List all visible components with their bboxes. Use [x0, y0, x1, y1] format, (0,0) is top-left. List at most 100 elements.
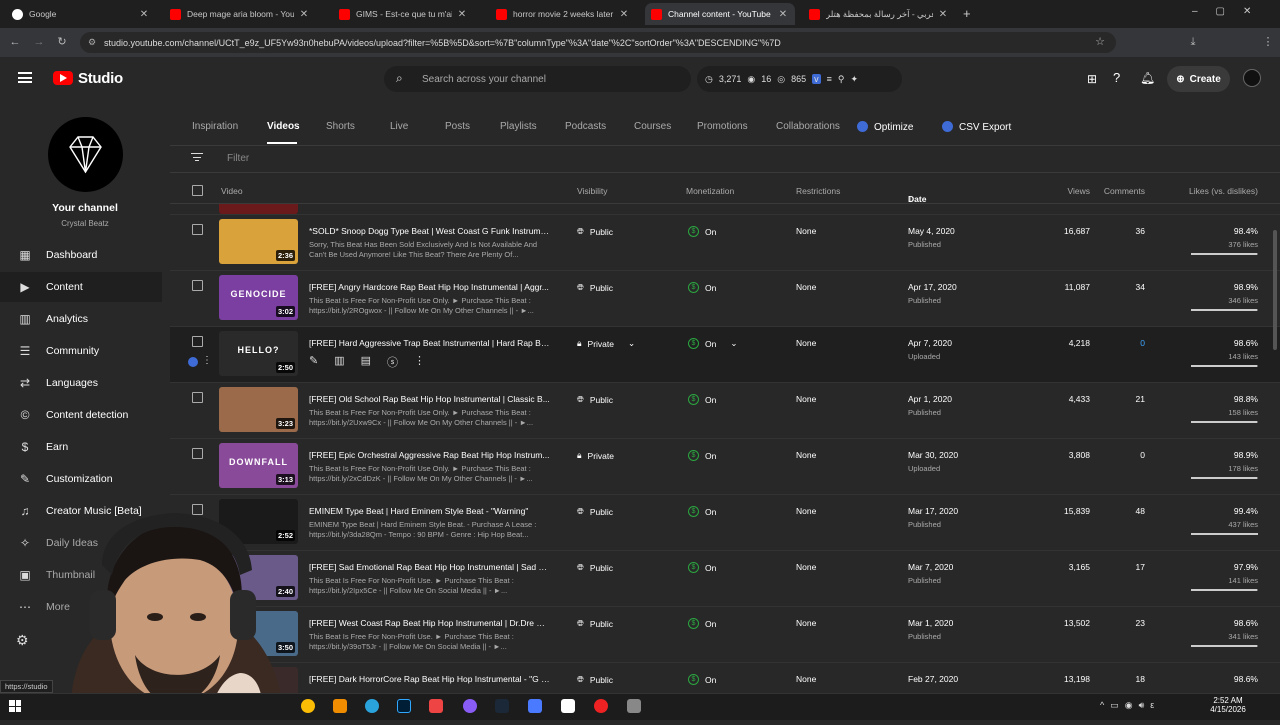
- col-visibility[interactable]: Visibility: [577, 186, 608, 196]
- obs-taskbar-icon[interactable]: [594, 699, 608, 713]
- row-checkbox[interactable]: [192, 392, 203, 403]
- close-tab-icon[interactable]: ✕: [138, 9, 150, 20]
- video-thumbnail[interactable]: 3:23: [219, 387, 298, 432]
- col-monetization[interactable]: Monetization: [686, 186, 734, 196]
- tab-posts[interactable]: Posts: [445, 121, 470, 132]
- reload-icon[interactable]: ↻: [54, 34, 70, 50]
- video-thumbnail[interactable]: HELLO? 2:50: [219, 331, 298, 376]
- app-taskbar-icon-4[interactable]: [627, 699, 641, 713]
- tab-live[interactable]: Live: [390, 121, 408, 132]
- sidebar-item[interactable]: ▶ Content: [0, 272, 162, 302]
- video-title[interactable]: [FREE] Epic Orchestral Aggressive Rap Be…: [309, 450, 551, 460]
- browser-tab[interactable]: Channel content - YouTube Stu✕: [645, 3, 795, 25]
- settings-icon[interactable]: ⚙: [16, 632, 29, 649]
- sidebar-item[interactable]: © Content detection: [0, 400, 162, 430]
- col-likes[interactable]: Likes (vs. dislikes): [1189, 186, 1258, 196]
- back-icon[interactable]: ←: [7, 34, 23, 50]
- forward-icon[interactable]: →: [31, 34, 47, 50]
- taskbar-clock[interactable]: 2:52 AM 4/15/2026: [1208, 696, 1248, 714]
- system-tray-icons[interactable]: ^▭◉🔊︎ε: [1100, 700, 1160, 711]
- options-icon[interactable]: ⋮: [414, 354, 425, 370]
- add-video-icon[interactable]: ⊞: [1087, 72, 1097, 86]
- col-views[interactable]: Views: [1067, 186, 1090, 196]
- close-tab-icon[interactable]: ✕: [937, 9, 949, 20]
- row-checkbox[interactable]: [192, 280, 203, 291]
- row-checkbox[interactable]: [192, 448, 203, 459]
- channel-avatar[interactable]: [48, 117, 123, 192]
- close-tab-icon[interactable]: ✕: [298, 9, 310, 20]
- row-checkbox[interactable]: [192, 336, 203, 347]
- tab-csv-export[interactable]: CSV Export: [942, 121, 1011, 133]
- photoshop-taskbar-icon[interactable]: [397, 699, 411, 713]
- tab-promotions[interactable]: Promotions: [697, 121, 748, 132]
- tab-playlists[interactable]: Playlists: [500, 121, 537, 132]
- sidebar-item[interactable]: ☰ Community: [0, 336, 162, 366]
- edit-details-icon[interactable]: ✎: [309, 354, 318, 370]
- tab-collaborations[interactable]: Collaborations: [776, 121, 840, 132]
- comments-cell[interactable]: 0: [1140, 338, 1145, 348]
- browser-tab[interactable]: GIMS - Est-ce que tu m'aimes ?✕: [333, 3, 474, 25]
- filter-input[interactable]: Filter: [227, 153, 249, 164]
- extension-badge-icon[interactable]: [188, 357, 198, 367]
- monetization-cell[interactable]: $ On ⌄: [688, 338, 737, 349]
- video-title[interactable]: [FREE] Old School Rap Beat Hip Hop Instr…: [309, 394, 551, 404]
- capcut-taskbar-icon[interactable]: [561, 699, 575, 713]
- comments-cell[interactable]: 34: [1136, 282, 1145, 292]
- tab-podcasts[interactable]: Podcasts: [565, 121, 606, 132]
- video-title[interactable]: [FREE] Sad Emotional Rap Beat Hip Hop In…: [309, 562, 551, 572]
- video-title[interactable]: *SOLD* Snoop Dogg Type Beat | West Coast…: [309, 226, 551, 236]
- extension-icon[interactable]: v: [812, 74, 821, 84]
- download-icon[interactable]: ⤓: [1185, 34, 1201, 50]
- browser-tab[interactable]: Google ✕: [6, 3, 156, 25]
- video-row[interactable]: 3:50 [FREE] West Coast Rap Beat Hip Hop I…: [170, 607, 1280, 663]
- more-options-icon[interactable]: ⋮: [202, 355, 212, 366]
- steam-taskbar-icon[interactable]: [495, 699, 509, 713]
- tab-videos[interactable]: Videos: [267, 121, 300, 132]
- video-title[interactable]: [FREE] Dark HorrorCore Rap Beat Hip Hop …: [309, 674, 551, 684]
- video-row[interactable]: 2:52 EMINEM Type Beat | Hard Eminem Style…: [170, 495, 1280, 551]
- comments-cell[interactable]: 18: [1136, 674, 1145, 684]
- url-field[interactable]: ⚙ studio.youtube.com/channel/UCtT_e9z_UF5…: [80, 32, 1116, 53]
- video-row[interactable]: 2:36 *SOLD* Snoop Dogg Type Beat | West C…: [170, 215, 1280, 271]
- tab-optimize[interactable]: Optimize: [857, 121, 913, 133]
- comments-cell[interactable]: 21: [1136, 394, 1145, 404]
- comments-cell[interactable]: 36: [1136, 226, 1145, 236]
- video-thumbnail[interactable]: GENOCIDE 3:02: [219, 275, 298, 320]
- browser-tab[interactable]: كلاوجي عربي - آخر رسالة بمحفظة هتلر✕: [803, 3, 955, 25]
- chevron-down-icon[interactable]: ⌄: [628, 338, 635, 349]
- create-button[interactable]: ⊕ Create: [1167, 66, 1230, 92]
- visibility-cell[interactable]: 🔒︎ Private ⌄: [577, 338, 635, 349]
- sidebar-item[interactable]: ▥ Analytics: [0, 304, 162, 334]
- chrome-taskbar-icon[interactable]: [301, 699, 315, 713]
- close-tab-icon[interactable]: ✕: [777, 9, 789, 20]
- hamburger-menu-icon[interactable]: [18, 72, 32, 83]
- video-title[interactable]: [FREE] Hard Aggressive Trap Beat Instrum…: [309, 338, 551, 348]
- close-tab-icon[interactable]: ✕: [618, 9, 630, 20]
- video-title[interactable]: [FREE] Angry Hardcore Rap Beat Hip Hop I…: [309, 282, 551, 292]
- comments-cell[interactable]: 0: [1140, 450, 1145, 460]
- video-thumbnail[interactable]: DOWNFALL 3:13: [219, 443, 298, 488]
- app-taskbar-icon-1[interactable]: [429, 699, 443, 713]
- filter-icon[interactable]: [191, 153, 203, 163]
- sidebar-item[interactable]: ⇄ Languages: [0, 368, 162, 398]
- list-icon[interactable]: ≡: [827, 74, 832, 84]
- tab-inspiration[interactable]: Inspiration: [192, 121, 238, 132]
- video-row[interactable]: HELLO? 2:50 [FREE] Hard Aggressive Trap Be…: [170, 327, 1280, 383]
- video-row[interactable]: 2:40 [FREE] Sad Emotional Rap Beat Hip Ho…: [170, 551, 1280, 607]
- close-tab-icon[interactable]: ✕: [456, 9, 468, 20]
- tab-courses[interactable]: Courses: [634, 121, 671, 132]
- col-comments[interactable]: Comments: [1104, 186, 1145, 196]
- bookmark-star-icon[interactable]: ☆: [1092, 34, 1108, 50]
- video-row[interactable]: GENOCIDE 3:02 [FREE] Angry Hardcore Rap Be…: [170, 271, 1280, 327]
- sparkle-icon[interactable]: ✦: [851, 74, 859, 85]
- window-controls[interactable]: –▢✕: [1192, 6, 1269, 17]
- app-taskbar-icon-3[interactable]: [528, 699, 542, 713]
- browser-tab[interactable]: horror movie 2 weeks later the✕: [490, 3, 636, 25]
- video-title[interactable]: [FREE] West Coast Rap Beat Hip Hop Instr…: [309, 618, 551, 628]
- app-taskbar-icon-2[interactable]: [463, 699, 477, 713]
- tab-shorts[interactable]: Shorts: [326, 121, 355, 132]
- analytics-icon[interactable]: ▥: [334, 354, 344, 370]
- account-avatar[interactable]: [1243, 69, 1261, 87]
- scrollbar[interactable]: [1273, 230, 1277, 350]
- comments-cell[interactable]: 23: [1136, 618, 1145, 628]
